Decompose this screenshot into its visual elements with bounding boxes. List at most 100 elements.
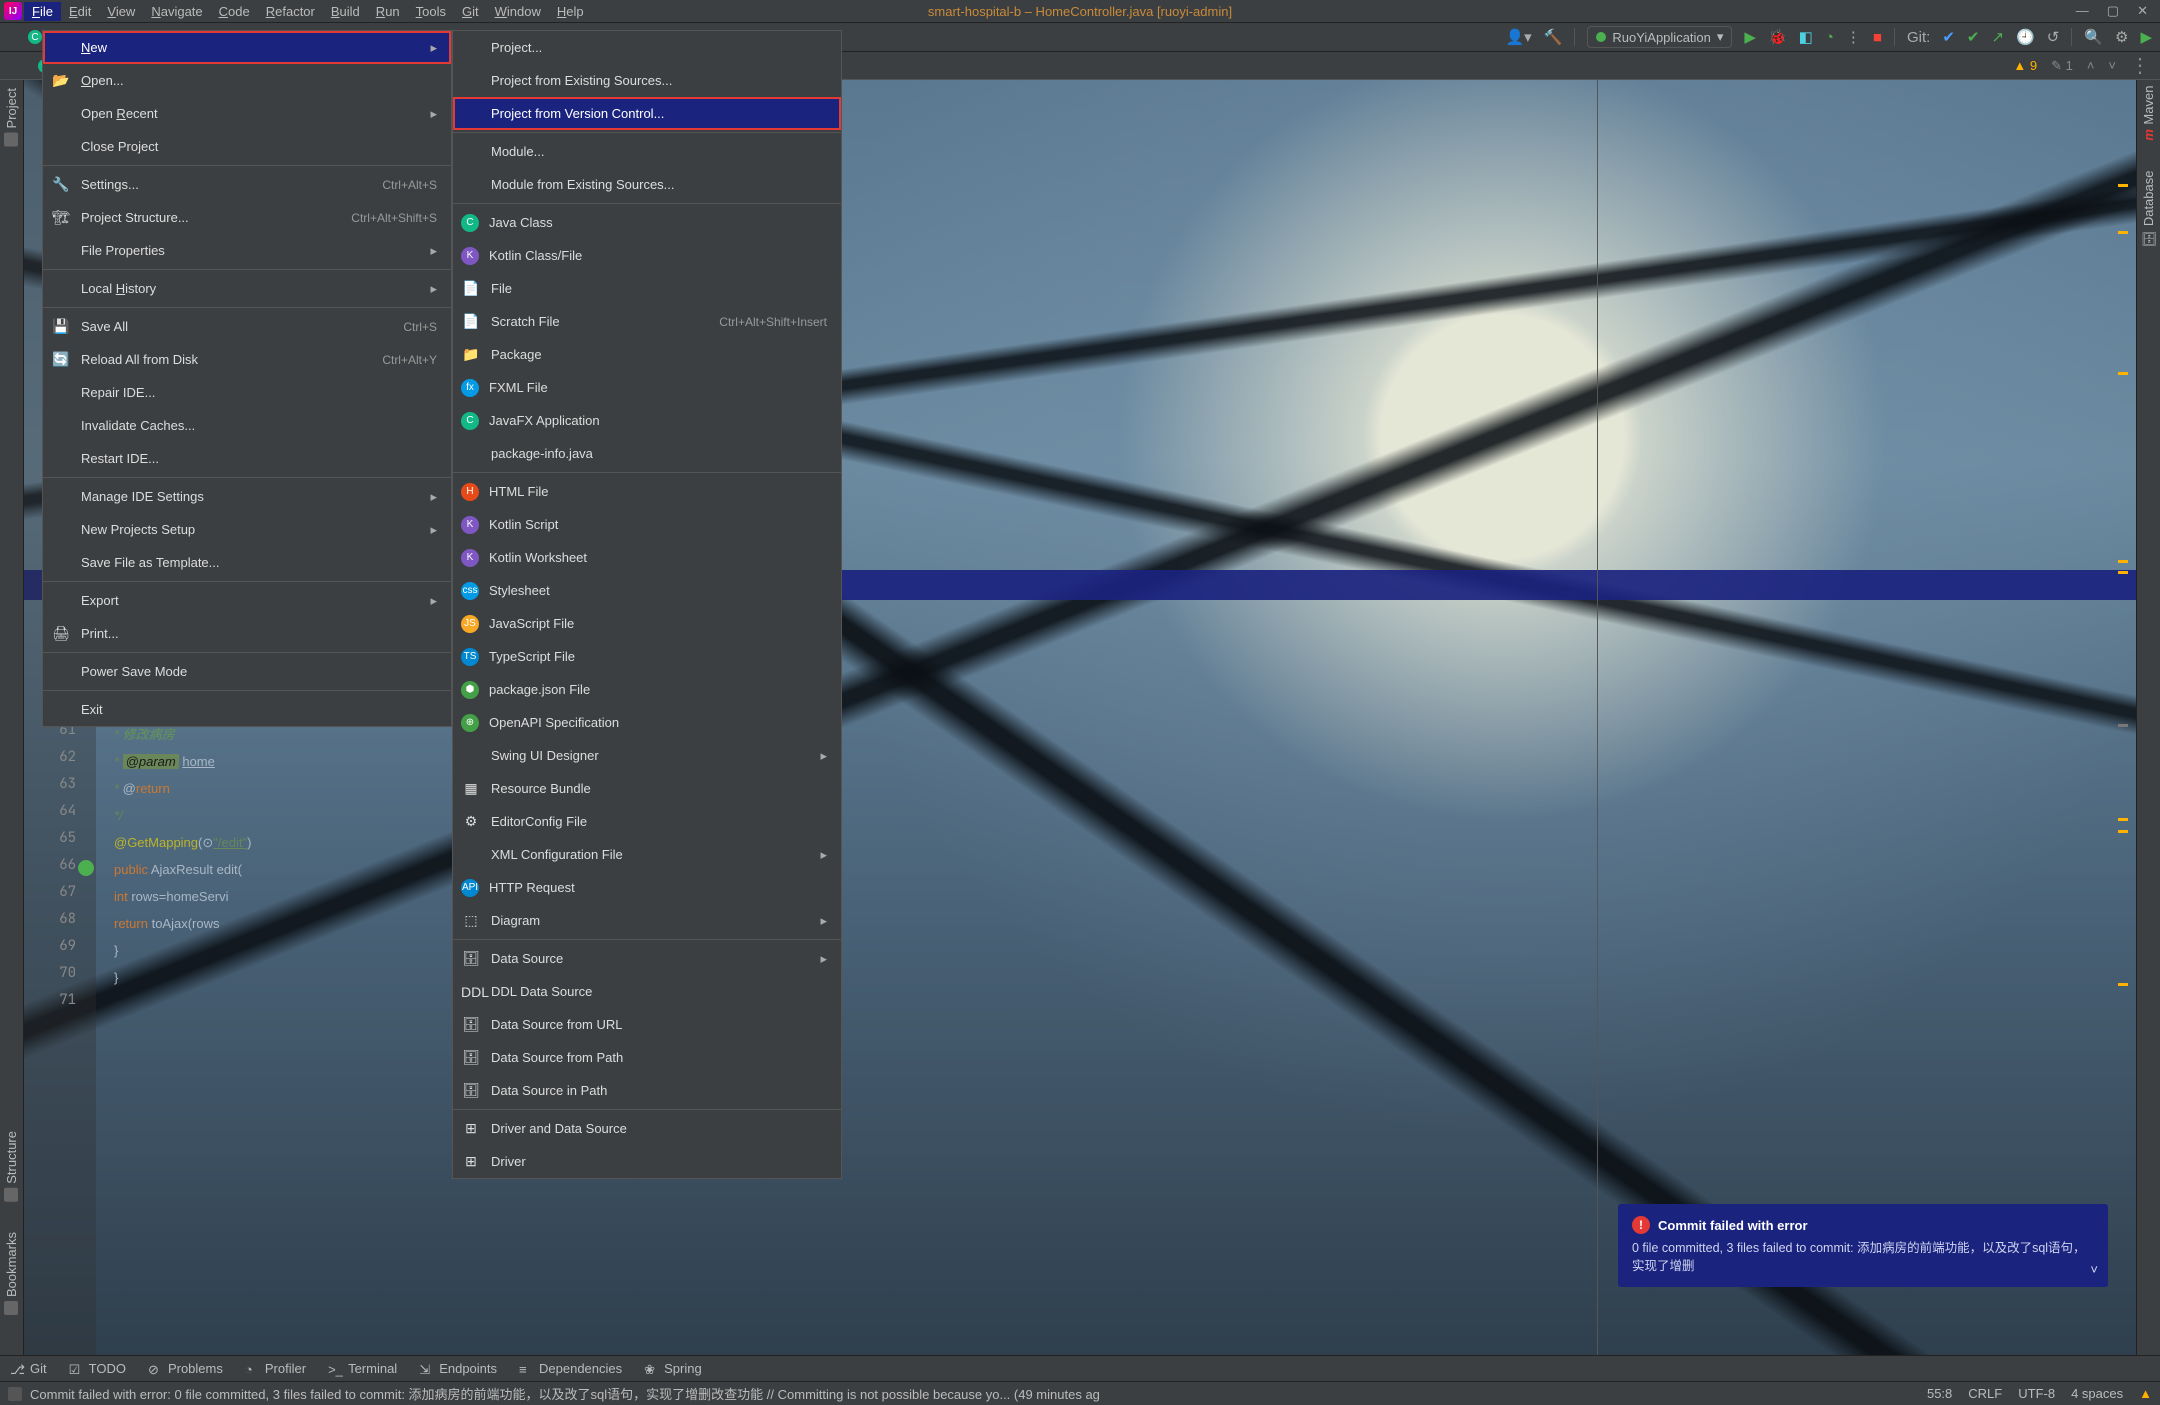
search-button[interactable]: 🔍 — [2084, 28, 2103, 46]
tool-spring[interactable]: ❀Spring — [644, 1361, 702, 1376]
new-menu-kotlin-class-file[interactable]: KKotlin Class/File — [453, 239, 841, 272]
file-menu-new[interactable]: New▸ — [43, 31, 451, 64]
tool-git[interactable]: ⎇Git — [10, 1361, 47, 1376]
new-menu-javafx-application[interactable]: CJavaFX Application — [453, 404, 841, 437]
tool-profiler[interactable]: ◔Profiler — [245, 1361, 306, 1376]
file-menu-file-properties[interactable]: File Properties▸ — [43, 234, 451, 267]
run-config-selector[interactable]: RuoYiApplication ▾ — [1587, 26, 1732, 48]
menu-help[interactable]: Help — [549, 2, 592, 21]
git-commit-button[interactable]: ✔ — [1967, 28, 1980, 46]
new-menu-kotlin-worksheet[interactable]: KKotlin Worksheet — [453, 541, 841, 574]
file-menu-project-structure-[interactable]: 🏗Project Structure...Ctrl+Alt+Shift+S — [43, 201, 451, 234]
new-menu-package-json-file[interactable]: ⬢package.json File — [453, 673, 841, 706]
user-icon[interactable]: 👤▾ — [1505, 28, 1531, 46]
chevron-down-icon[interactable]: ˅ — [2090, 1262, 2098, 1277]
minimize-button[interactable]: — — [2076, 3, 2089, 19]
menu-view[interactable]: View — [99, 2, 143, 21]
new-menu-fxml-file[interactable]: fxFXML File — [453, 371, 841, 404]
new-menu-project-from-existing-sources-[interactable]: Project from Existing Sources... — [453, 64, 841, 97]
menu-git[interactable]: Git — [454, 2, 487, 21]
settings-button[interactable]: ⚙ — [2115, 28, 2128, 46]
tabs-more-icon[interactable]: ⋮ — [2130, 53, 2150, 78]
git-update-button[interactable]: ✔ — [1942, 28, 1955, 46]
file-menu-close-project[interactable]: Close Project — [43, 130, 451, 163]
new-menu-data-source[interactable]: 🗄Data Source▸ — [453, 942, 841, 975]
tool-project[interactable]: Project — [4, 88, 19, 146]
menu-file[interactable]: File — [24, 2, 61, 21]
file-menu-export[interactable]: Export▸ — [43, 584, 451, 617]
new-menu-module-[interactable]: Module... — [453, 135, 841, 168]
warnings-badge[interactable]: ▲ 9 — [2013, 58, 2037, 73]
new-menu-data-source-in-path[interactable]: 🗄Data Source in Path — [453, 1074, 841, 1107]
menu-refactor[interactable]: Refactor — [258, 2, 323, 21]
caret-position[interactable]: 55:8 — [1927, 1386, 1952, 1401]
new-menu-openapi-specification[interactable]: ⊕OpenAPI Specification — [453, 706, 841, 739]
new-menu-diagram[interactable]: ⬚Diagram▸ — [453, 904, 841, 937]
git-revert-button[interactable]: ↺ — [2047, 28, 2060, 46]
profile-button[interactable]: ◔ — [1825, 29, 1834, 46]
new-menu-editorconfig-file[interactable]: ⚙EditorConfig File — [453, 805, 841, 838]
new-menu-typescript-file[interactable]: TSTypeScript File — [453, 640, 841, 673]
new-menu-java-class[interactable]: CJava Class — [453, 206, 841, 239]
chevron-up-icon[interactable]: ˄ — [2087, 58, 2095, 73]
new-submenu[interactable]: Project...Project from Existing Sources.… — [452, 30, 842, 1179]
new-menu-xml-configuration-file[interactable]: XML Configuration File▸ — [453, 838, 841, 871]
tool-todo[interactable]: ☑TODO — [69, 1361, 126, 1376]
tool-windows-icon[interactable] — [8, 1387, 22, 1401]
tool-endpoints[interactable]: ⇲Endpoints — [419, 1361, 497, 1376]
more-run-icon[interactable]: ⋮ — [1846, 28, 1861, 46]
new-menu-scratch-file[interactable]: 📄Scratch FileCtrl+Alt+Shift+Insert — [453, 305, 841, 338]
menu-code[interactable]: Code — [211, 2, 258, 21]
file-menu-save-all[interactable]: 💾Save AllCtrl+S — [43, 310, 451, 343]
indent[interactable]: 4 spaces — [2071, 1386, 2123, 1401]
new-menu-javascript-file[interactable]: JSJavaScript File — [453, 607, 841, 640]
run-button[interactable]: ▶ — [1744, 28, 1756, 46]
debug-button[interactable]: 🐞 — [1768, 28, 1787, 46]
notification-commit-error[interactable]: ! Commit failed with error 0 file commit… — [1618, 1204, 2108, 1287]
chevron-down-icon[interactable]: ˅ — [2108, 58, 2116, 73]
file-menu-open-recent[interactable]: Open Recent▸ — [43, 97, 451, 130]
error-stripe[interactable] — [2118, 160, 2128, 1335]
file-menu-restart-ide-[interactable]: Restart IDE... — [43, 442, 451, 475]
file-menu-local-history[interactable]: Local History▸ — [43, 272, 451, 305]
menu-tools[interactable]: Tools — [408, 2, 454, 21]
coverage-button[interactable]: ◧ — [1799, 28, 1813, 46]
stop-button[interactable]: ■ — [1873, 29, 1882, 46]
new-menu-swing-ui-designer[interactable]: Swing UI Designer▸ — [453, 739, 841, 772]
encoding[interactable]: UTF-8 — [2018, 1386, 2055, 1401]
new-menu-data-source-from-url[interactable]: 🗄Data Source from URL — [453, 1008, 841, 1041]
build-button[interactable]: 🔨 — [1544, 28, 1563, 46]
menu-window[interactable]: Window — [487, 2, 549, 21]
file-menu-save-file-as-template-[interactable]: Save File as Template... — [43, 546, 451, 579]
file-menu-invalidate-caches-[interactable]: Invalidate Caches... — [43, 409, 451, 442]
file-menu-new-projects-setup[interactable]: New Projects Setup▸ — [43, 513, 451, 546]
git-history-button[interactable]: 🕘 — [2016, 28, 2035, 46]
play-services-icon[interactable]: ▶ — [2140, 28, 2152, 46]
maximize-button[interactable]: ▢ — [2107, 3, 2119, 19]
file-menu-exit[interactable]: Exit — [43, 693, 451, 726]
file-menu[interactable]: New▸📂Open...Open Recent▸Close Project 🔧Se… — [42, 30, 452, 727]
file-menu-print-[interactable]: 🖨Print... — [43, 617, 451, 650]
new-menu-data-source-from-path[interactable]: 🗄Data Source from Path — [453, 1041, 841, 1074]
line-ending[interactable]: CRLF — [1968, 1386, 2002, 1401]
splitter[interactable] — [1597, 80, 1598, 1355]
menu-build[interactable]: Build — [323, 2, 368, 21]
tool-structure[interactable]: Structure — [4, 1131, 19, 1202]
file-menu-settings-[interactable]: 🔧Settings...Ctrl+Alt+S — [43, 168, 451, 201]
tool-database[interactable]: 🗄Database — [2141, 171, 2156, 247]
new-menu-http-request[interactable]: APIHTTP Request — [453, 871, 841, 904]
new-menu-file[interactable]: 📄File — [453, 272, 841, 305]
new-menu-module-from-existing-sources-[interactable]: Module from Existing Sources... — [453, 168, 841, 201]
file-menu-open-[interactable]: 📂Open... — [43, 64, 451, 97]
tool-dependencies[interactable]: ≡Dependencies — [519, 1361, 622, 1376]
new-menu-driver-and-data-source[interactable]: ⊞Driver and Data Source — [453, 1112, 841, 1145]
menu-navigate[interactable]: Navigate — [143, 2, 210, 21]
menu-edit[interactable]: Edit — [61, 2, 99, 21]
file-menu-reload-all-from-disk[interactable]: 🔄Reload All from DiskCtrl+Alt+Y — [43, 343, 451, 376]
file-menu-manage-ide-settings[interactable]: Manage IDE Settings▸ — [43, 480, 451, 513]
file-menu-repair-ide-[interactable]: Repair IDE... — [43, 376, 451, 409]
tool-terminal[interactable]: >_Terminal — [328, 1361, 397, 1376]
new-menu-resource-bundle[interactable]: ▦Resource Bundle — [453, 772, 841, 805]
file-menu-power-save-mode[interactable]: Power Save Mode — [43, 655, 451, 688]
typos-badge[interactable]: ✎ 1 — [2051, 58, 2073, 74]
